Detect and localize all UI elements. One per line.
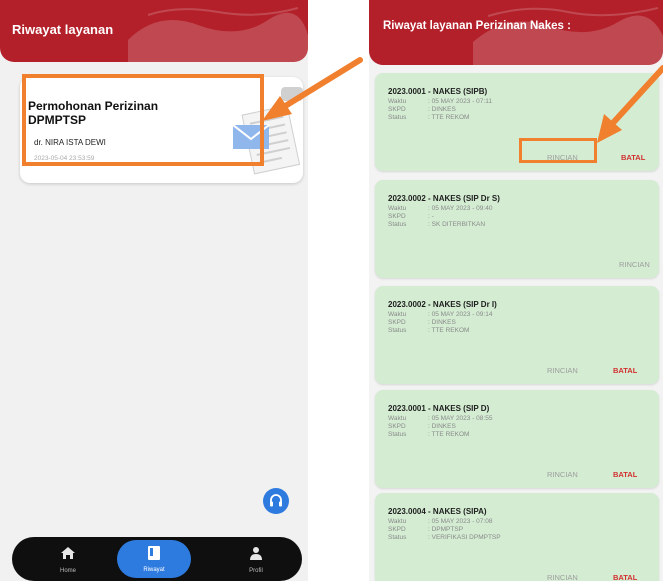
- status-label: Status: [388, 114, 407, 121]
- screenshot-stage: Riwayat layanan Permohonan Perizinan DPM…: [0, 0, 663, 581]
- nav-home-label: Home: [59, 568, 76, 574]
- status-row: Status : TTE REKOM: [388, 327, 469, 334]
- waktu-value: : 05 MAY 2023 - 09:14: [428, 311, 493, 318]
- waktu-row: Waktu : 05 MAY 2023 - 07:11: [388, 98, 492, 105]
- nakes-card: 2023.0001 - NAKES (SIPB) Waktu : 05 MAY 2…: [375, 73, 659, 171]
- batal-button[interactable]: BATAL: [613, 573, 637, 581]
- status-value: : TTE REKOM: [428, 114, 470, 121]
- nakes-card-title: 2023.0001 - NAKES (SIPB): [388, 87, 488, 96]
- status-row: Status : TTE REKOM: [388, 114, 469, 121]
- rincian-button[interactable]: RINCIAN: [619, 260, 650, 269]
- app-header: Riwayat layanan: [0, 0, 308, 62]
- nakes-card: 2023.0002 - NAKES (SIP Dr I) Waktu : 05 M…: [375, 286, 659, 384]
- history-icon: [148, 546, 160, 560]
- skpd-value: : -: [428, 213, 434, 220]
- waktu-label: Waktu: [388, 415, 407, 422]
- batal-button[interactable]: BATAL: [613, 366, 637, 375]
- skpd-value: : DPMPTSP: [428, 526, 464, 533]
- status-row: Status : VERIFIKASI DPMPTSP: [388, 534, 501, 541]
- status-value: : TTE REKOM: [428, 327, 470, 334]
- nav-profil[interactable]: Profil: [226, 537, 286, 581]
- header-map-texture: [473, 7, 663, 65]
- skpd-value: : DINKES: [428, 319, 456, 326]
- rincian-button[interactable]: RINCIAN: [547, 470, 578, 479]
- nakes-card: 2023.0004 - NAKES (SIPA) Waktu : 05 MAY 2…: [375, 493, 659, 581]
- nav-riwayat-label: Riwayat: [143, 567, 165, 573]
- skpd-label: SKPD: [388, 106, 406, 113]
- status-label: Status: [388, 327, 407, 334]
- headset-icon: [270, 494, 282, 507]
- right-phone-screen: Riwayat layanan Perizinan Nakes : 2023.0…: [369, 0, 663, 581]
- skpd-value: : DINKES: [428, 423, 456, 430]
- support-fab-button[interactable]: [263, 488, 289, 514]
- rincian-button[interactable]: RINCIAN: [547, 366, 578, 375]
- nakes-page-title: Riwayat layanan Perizinan Nakes :: [383, 20, 571, 32]
- nakes-card-title: 2023.0001 - NAKES (SIP D): [388, 404, 490, 413]
- waktu-row: Waktu : 05 MAY 2023 - 09:14: [388, 311, 492, 318]
- waktu-row: Waktu : 05 MAY 2023 - 09:40: [388, 205, 492, 212]
- waktu-row: Waktu : 05 MAY 2023 - 07:08: [388, 518, 492, 525]
- nakes-card-title: 2023.0002 - NAKES (SIP Dr I): [388, 300, 497, 309]
- waktu-label: Waktu: [388, 311, 407, 318]
- skpd-label: SKPD: [388, 423, 406, 430]
- waktu-value: : 05 MAY 2023 - 08:55: [428, 415, 493, 422]
- waktu-label: Waktu: [388, 518, 407, 525]
- waktu-label: Waktu: [388, 205, 407, 212]
- waktu-value: : 05 MAY 2023 - 07:11: [428, 98, 492, 105]
- waktu-value: : 05 MAY 2023 - 07:08: [428, 518, 493, 525]
- skpd-label: SKPD: [388, 319, 406, 326]
- skpd-row: SKPD : DINKES: [388, 106, 456, 113]
- page-title: Riwayat layanan: [12, 22, 114, 37]
- profile-icon: [250, 547, 262, 560]
- header-map-texture: [128, 7, 308, 62]
- skpd-row: SKPD : DPMPTSP: [388, 526, 463, 533]
- batal-button[interactable]: BATAL: [621, 153, 645, 162]
- nav-riwayat[interactable]: Riwayat: [117, 540, 191, 578]
- home-icon: [61, 547, 75, 559]
- skpd-row: SKPD : DINKES: [388, 319, 456, 326]
- status-label: Status: [388, 221, 407, 228]
- skpd-row: SKPD : DINKES: [388, 423, 456, 430]
- rincian-button[interactable]: RINCIAN: [547, 573, 578, 581]
- status-row: Status : SK DITERBITKAN: [388, 221, 485, 228]
- skpd-label: SKPD: [388, 213, 406, 220]
- nakes-card-title: 2023.0004 - NAKES (SIPA): [388, 507, 487, 516]
- waktu-value: : 05 MAY 2023 - 09:40: [428, 205, 493, 212]
- waktu-row: Waktu : 05 MAY 2023 - 08:55: [388, 415, 492, 422]
- highlight-box-service-card: [22, 74, 264, 166]
- skpd-label: SKPD: [388, 526, 406, 533]
- batal-button[interactable]: BATAL: [613, 470, 637, 479]
- status-value: : TTE REKOM: [428, 431, 470, 438]
- status-label: Status: [388, 431, 407, 438]
- nav-home[interactable]: Home: [38, 537, 98, 581]
- bottom-navigation: Home Riwayat Profil: [12, 537, 302, 581]
- status-value: : VERIFIKASI DPMPTSP: [428, 534, 501, 541]
- status-row: Status : TTE REKOM: [388, 431, 469, 438]
- nav-profil-label: Profil: [249, 568, 263, 574]
- skpd-value: : DINKES: [428, 106, 456, 113]
- nakes-card: 2023.0002 - NAKES (SIP Dr S) Waktu : 05 M…: [375, 180, 659, 278]
- nakes-card-title: 2023.0002 - NAKES (SIP Dr S): [388, 194, 500, 203]
- status-value: : SK DITERBITKAN: [428, 221, 486, 228]
- nakes-header: Riwayat layanan Perizinan Nakes :: [369, 0, 663, 65]
- highlight-box-rincian: [519, 138, 597, 163]
- nakes-card: 2023.0001 - NAKES (SIP D) Waktu : 05 MAY …: [375, 390, 659, 488]
- status-label: Status: [388, 534, 407, 541]
- skpd-row: SKPD : -: [388, 213, 434, 220]
- waktu-label: Waktu: [388, 98, 407, 105]
